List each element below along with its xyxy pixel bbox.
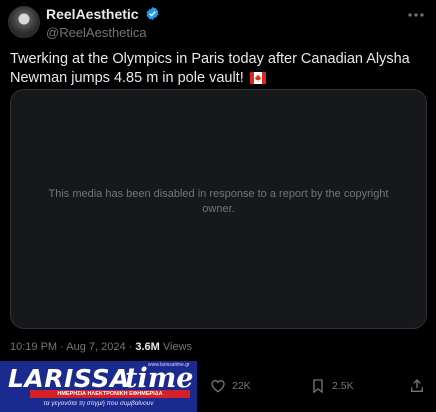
bookmark-button[interactable]: 2.5K <box>310 372 354 400</box>
tweet-text-content: Twerking at the Olympics in Paris today … <box>10 51 410 86</box>
canada-flag-icon <box>249 72 266 84</box>
media-disabled-message: This media has been disabled in response… <box>48 188 389 215</box>
tweet-meta: 10:19 PM · Aug 7, 2024 · 3.6M Views <box>10 341 192 353</box>
views-count: 3.6M <box>135 341 160 353</box>
heart-icon <box>211 379 225 393</box>
views-label: Views <box>159 341 193 353</box>
share-icon <box>411 379 423 392</box>
watermark-tagline: τα γεγονότα τη στιγμή που συμβαίνουν <box>43 400 154 407</box>
tweet-timestamp[interactable]: 10:19 PM · Aug 7, 2024 · <box>10 341 135 353</box>
watermark-url: www.larissatime.gr <box>148 362 190 368</box>
tweet-header: ReelAesthetic @ReelAesthetica <box>8 4 428 44</box>
share-button[interactable] <box>409 372 431 400</box>
more-options-icon[interactable] <box>406 10 426 20</box>
verified-badge-icon <box>146 7 159 21</box>
handle[interactable]: @ReelAesthetica <box>46 25 160 40</box>
watermark-red-band: ΗΜΕΡΗΣΙΑ ΗΛΕΚΤΡΟΝΙΚΗ ΕΦΗΜΕΡΙΔΑ <box>30 390 190 398</box>
media-placeholder: This media has been disabled in response… <box>10 89 427 329</box>
larissa-time-watermark: LARISSA time www.larissatime.gr ΗΜΕΡΗΣΙΑ… <box>0 361 197 412</box>
like-count: 22K <box>232 380 251 392</box>
author-names: ReelAesthetic @ReelAesthetica <box>46 5 160 40</box>
bookmark-icon <box>313 379 323 394</box>
avatar[interactable] <box>8 6 40 38</box>
display-name[interactable]: ReelAesthetic <box>46 6 139 22</box>
tweet-text: Twerking at the Olympics in Paris today … <box>10 50 428 88</box>
like-button[interactable]: 22K <box>210 372 251 400</box>
bookmark-count: 2.5K <box>332 380 354 392</box>
watermark-brand-left: LARISSA <box>8 364 130 393</box>
